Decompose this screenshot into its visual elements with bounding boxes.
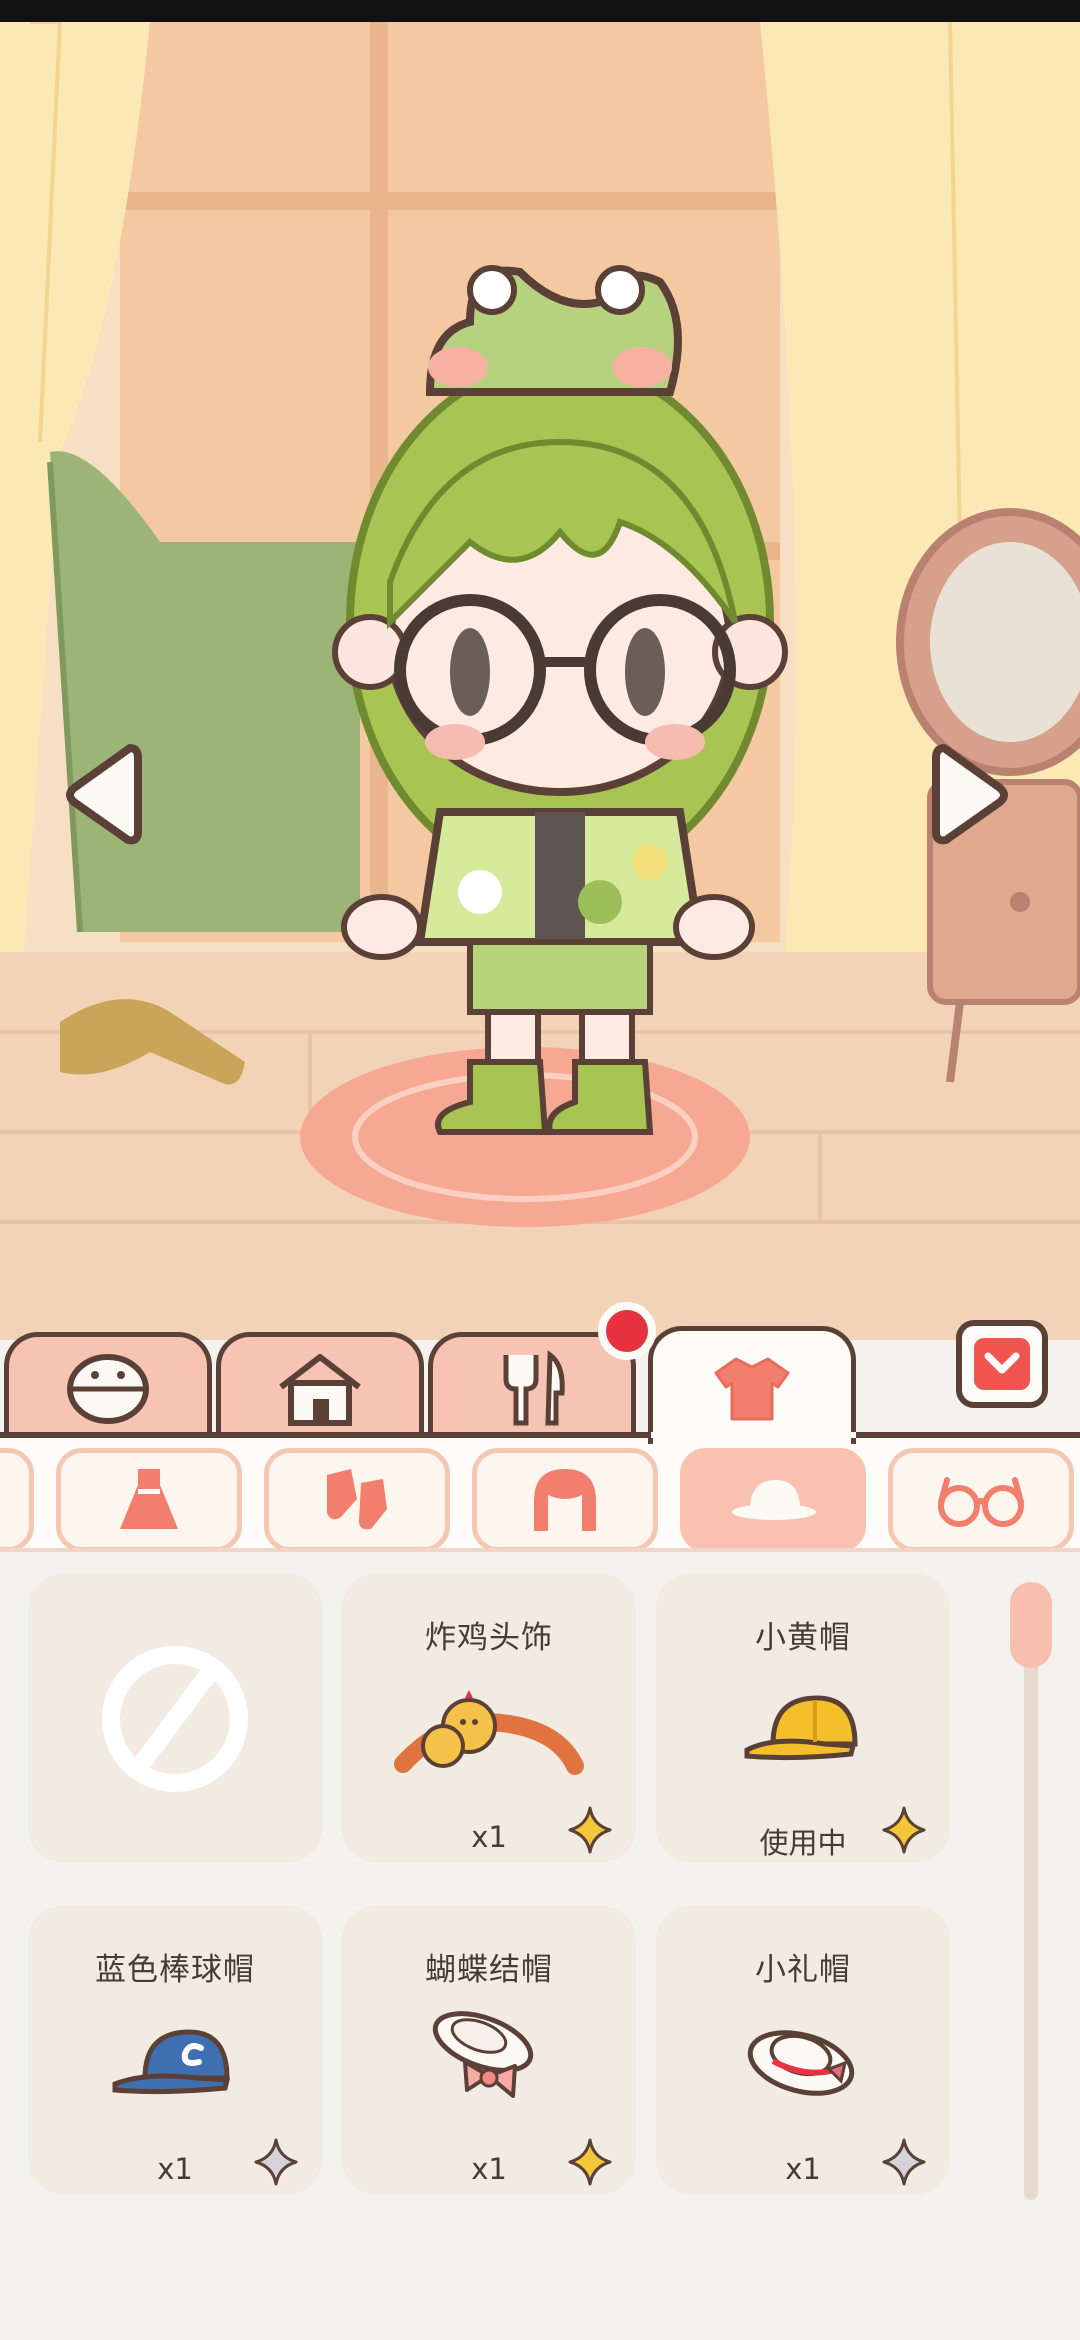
hair-icon xyxy=(534,1469,596,1531)
gold-star-icon xyxy=(882,1806,926,1854)
category-hair[interactable] xyxy=(472,1448,658,1550)
left-triangle-icon xyxy=(66,744,142,845)
item-title: 小黄帽 xyxy=(755,1620,851,1656)
chevron-down-icon xyxy=(974,1338,1030,1390)
status-bar xyxy=(0,0,1080,22)
item-title: 炸鸡头饰 xyxy=(425,1620,553,1656)
category-partial[interactable] xyxy=(0,1448,34,1550)
item-title: 蓝色棒球帽 xyxy=(95,1952,255,1988)
hat-icon xyxy=(732,1480,816,1520)
yellow-cap-icon xyxy=(656,1674,950,1784)
item-grid: 炸鸡头饰 x1 小黄帽 使用中 蓝色棒球帽 x1 蝴蝶结帽 x1 小礼帽 x1 xyxy=(0,1552,1000,2340)
silver-star-icon xyxy=(882,2138,926,2186)
item-card-equipped[interactable]: 小黄帽 使用中 xyxy=(656,1574,950,1862)
right-triangle-icon xyxy=(932,744,1008,845)
notification-badge xyxy=(598,1302,656,1360)
room-scene xyxy=(0,22,1080,1340)
item-card[interactable]: 炸鸡头饰 x1 xyxy=(342,1574,636,1862)
socks-icon xyxy=(327,1469,387,1530)
category-hat[interactable] xyxy=(680,1448,866,1550)
bow-hat-icon xyxy=(342,2006,636,2116)
item-title: 小礼帽 xyxy=(755,1952,851,1988)
next-arrow-button[interactable] xyxy=(930,740,1010,850)
shirt-icon xyxy=(714,1357,790,1420)
house-icon xyxy=(279,1353,361,1426)
small-top-hat-icon xyxy=(656,2006,950,2116)
gold-star-icon xyxy=(568,1806,612,1854)
glasses-icon xyxy=(938,1477,1024,1527)
gold-star-icon xyxy=(568,2138,612,2186)
silver-star-icon xyxy=(254,2138,298,2186)
dress-icon xyxy=(120,1469,178,1529)
scrollbar-track[interactable] xyxy=(1024,1590,1038,2200)
main-tab-bar xyxy=(0,1322,1080,1444)
chick-headband-icon xyxy=(342,1674,636,1784)
item-card[interactable]: 蝴蝶结帽 x1 xyxy=(342,1906,636,2194)
tab-house[interactable] xyxy=(216,1332,424,1440)
blue-baseball-cap-icon xyxy=(28,2006,322,2116)
tab-active-gap xyxy=(651,1432,856,1438)
category-dress[interactable] xyxy=(56,1448,242,1550)
category-glasses[interactable] xyxy=(888,1448,1074,1550)
room-illustration xyxy=(0,22,1080,1340)
item-title: 蝴蝶结帽 xyxy=(425,1952,553,1988)
item-card-none[interactable] xyxy=(28,1574,322,1862)
item-card[interactable]: 小礼帽 x1 xyxy=(656,1906,950,2194)
fork-knife-icon xyxy=(503,1349,565,1425)
category-row xyxy=(0,1438,1080,1550)
item-card[interactable]: 蓝色棒球帽 x1 xyxy=(28,1906,322,2194)
bowl-icon xyxy=(67,1353,149,1424)
tab-bowl[interactable] xyxy=(4,1332,212,1440)
scrollbar-thumb[interactable] xyxy=(1010,1582,1052,1668)
none-icon xyxy=(28,1634,322,1804)
category-socks[interactable] xyxy=(264,1448,450,1550)
previous-arrow-button[interactable] xyxy=(64,740,144,850)
tab-clothing[interactable] xyxy=(648,1326,856,1444)
collapse-panel-button[interactable] xyxy=(956,1320,1048,1408)
